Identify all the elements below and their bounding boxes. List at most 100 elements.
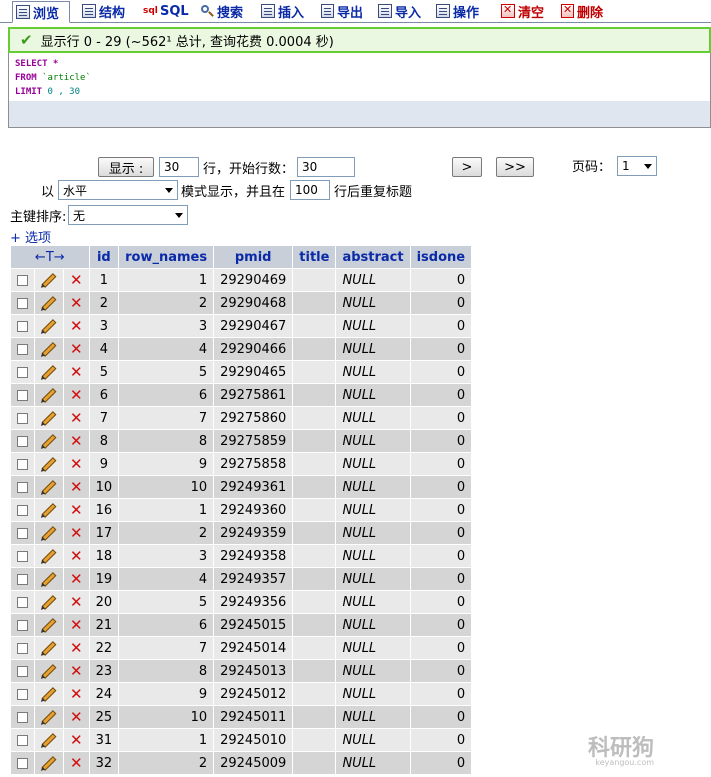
row-checkbox[interactable]: [17, 458, 28, 470]
column-header-id[interactable]: id: [89, 246, 119, 268]
delete-x-icon[interactable]: ✕: [70, 432, 83, 450]
sql-code[interactable]: SELECT * FROM `article` LIMIT 0 , 30: [9, 53, 710, 101]
row-edit-cell: [35, 384, 63, 406]
row-checkbox[interactable]: [17, 527, 28, 539]
last-page-button[interactable]: >>: [496, 157, 534, 177]
delete-x-icon[interactable]: ✕: [70, 570, 83, 588]
pencil-edit-icon[interactable]: [41, 410, 57, 426]
row-checkbox[interactable]: [17, 343, 28, 355]
row-checkbox[interactable]: [17, 504, 28, 516]
delete-x-icon[interactable]: ✕: [70, 593, 83, 611]
pencil-edit-icon[interactable]: [41, 525, 57, 541]
cell-title: [293, 522, 336, 544]
tab-empty[interactable]: 清空: [497, 1, 551, 21]
options-link[interactable]: + 选项: [10, 227, 51, 246]
delete-x-icon[interactable]: ✕: [70, 616, 83, 634]
pencil-edit-icon[interactable]: [41, 640, 57, 656]
column-header-abstract[interactable]: abstract: [336, 246, 410, 268]
pencil-edit-icon[interactable]: [41, 502, 57, 518]
delete-x-icon[interactable]: ✕: [70, 271, 83, 289]
delete-x-icon[interactable]: ✕: [70, 363, 83, 381]
row-checkbox[interactable]: [17, 642, 28, 654]
tab-search[interactable]: 搜索: [196, 1, 250, 21]
row-edit-cell: [35, 522, 63, 544]
tab-insert[interactable]: 插入: [257, 1, 309, 21]
delete-x-icon[interactable]: ✕: [70, 547, 83, 565]
row-checkbox[interactable]: [17, 596, 28, 608]
pencil-edit-icon[interactable]: [41, 341, 57, 357]
delete-x-icon[interactable]: ✕: [70, 386, 83, 404]
tab-drop[interactable]: 删除: [557, 1, 607, 21]
row-checkbox[interactable]: [17, 481, 28, 493]
sort-select[interactable]: 无: [68, 205, 188, 225]
pencil-edit-icon[interactable]: [41, 272, 57, 288]
cell-isdone: 0: [410, 522, 472, 544]
rows-count-input[interactable]: 30: [159, 157, 199, 177]
row-checkbox[interactable]: [17, 274, 28, 286]
delete-x-icon[interactable]: ✕: [70, 685, 83, 703]
tab-structure[interactable]: 结构: [78, 1, 130, 21]
page-label: 页码：: [572, 160, 612, 175]
pencil-edit-icon[interactable]: [41, 548, 57, 564]
row-checkbox[interactable]: [17, 297, 28, 309]
delete-x-icon[interactable]: ✕: [70, 294, 83, 312]
pencil-edit-icon[interactable]: [41, 709, 57, 725]
page-select[interactable]: 1: [617, 156, 657, 176]
repeat-header-input[interactable]: 100: [290, 180, 330, 200]
column-header-row-names[interactable]: row_names: [119, 246, 214, 268]
pencil-edit-icon[interactable]: [41, 755, 57, 771]
delete-x-icon[interactable]: ✕: [70, 409, 83, 427]
delete-x-icon[interactable]: ✕: [70, 340, 83, 358]
show-button[interactable]: 显示 :: [98, 157, 154, 177]
pencil-edit-icon[interactable]: [41, 318, 57, 334]
pencil-edit-icon[interactable]: [41, 663, 57, 679]
delete-x-icon[interactable]: ✕: [70, 708, 83, 726]
row-checkbox[interactable]: [17, 757, 28, 769]
row-checkbox[interactable]: [17, 665, 28, 677]
delete-x-icon[interactable]: ✕: [70, 317, 83, 335]
tab-export[interactable]: 导出: [317, 1, 367, 21]
row-checkbox[interactable]: [17, 412, 28, 424]
row-checkbox[interactable]: [17, 435, 28, 447]
row-checkbox[interactable]: [17, 366, 28, 378]
pencil-edit-icon[interactable]: [41, 295, 57, 311]
row-checkbox[interactable]: [17, 619, 28, 631]
delete-x-icon[interactable]: ✕: [70, 754, 83, 772]
delete-x-icon[interactable]: ✕: [70, 639, 83, 657]
delete-x-icon[interactable]: ✕: [70, 455, 83, 473]
tab-import[interactable]: 导入: [374, 1, 425, 21]
tab-sql[interactable]: sql SQL: [139, 1, 189, 21]
start-row-input[interactable]: 30: [297, 157, 355, 177]
pencil-edit-icon[interactable]: [41, 456, 57, 472]
row-checkbox[interactable]: [17, 711, 28, 723]
row-checkbox[interactable]: [17, 573, 28, 585]
pencil-edit-icon[interactable]: [41, 617, 57, 633]
row-checkbox[interactable]: [17, 320, 28, 332]
tab-browse[interactable]: 浏览: [12, 1, 70, 23]
row-checkbox[interactable]: [17, 550, 28, 562]
delete-x-icon[interactable]: ✕: [70, 501, 83, 519]
display-mode-select[interactable]: 水平: [58, 180, 178, 200]
row-checkbox[interactable]: [17, 389, 28, 401]
row-checkbox[interactable]: [17, 688, 28, 700]
delete-x-icon[interactable]: ✕: [70, 524, 83, 542]
pencil-edit-icon[interactable]: [41, 732, 57, 748]
column-header-title[interactable]: title: [293, 246, 336, 268]
column-header-isdone[interactable]: isdone: [410, 246, 472, 268]
pencil-edit-icon[interactable]: [41, 387, 57, 403]
pencil-edit-icon[interactable]: [41, 571, 57, 587]
cell-abstract: NULL: [336, 292, 410, 314]
pencil-edit-icon[interactable]: [41, 364, 57, 380]
next-page-button[interactable]: >: [452, 157, 482, 177]
column-header-pmid[interactable]: pmid: [214, 246, 293, 268]
delete-x-icon[interactable]: ✕: [70, 662, 83, 680]
pencil-edit-icon[interactable]: [41, 594, 57, 610]
tab-operations[interactable]: 操作: [432, 1, 490, 21]
row-checkbox[interactable]: [17, 734, 28, 746]
delete-x-icon[interactable]: ✕: [70, 731, 83, 749]
pencil-edit-icon[interactable]: [41, 479, 57, 495]
delete-x-icon[interactable]: ✕: [70, 478, 83, 496]
column-resize-header[interactable]: ←T→: [11, 246, 89, 268]
pencil-edit-icon[interactable]: [41, 686, 57, 702]
pencil-edit-icon[interactable]: [41, 433, 57, 449]
